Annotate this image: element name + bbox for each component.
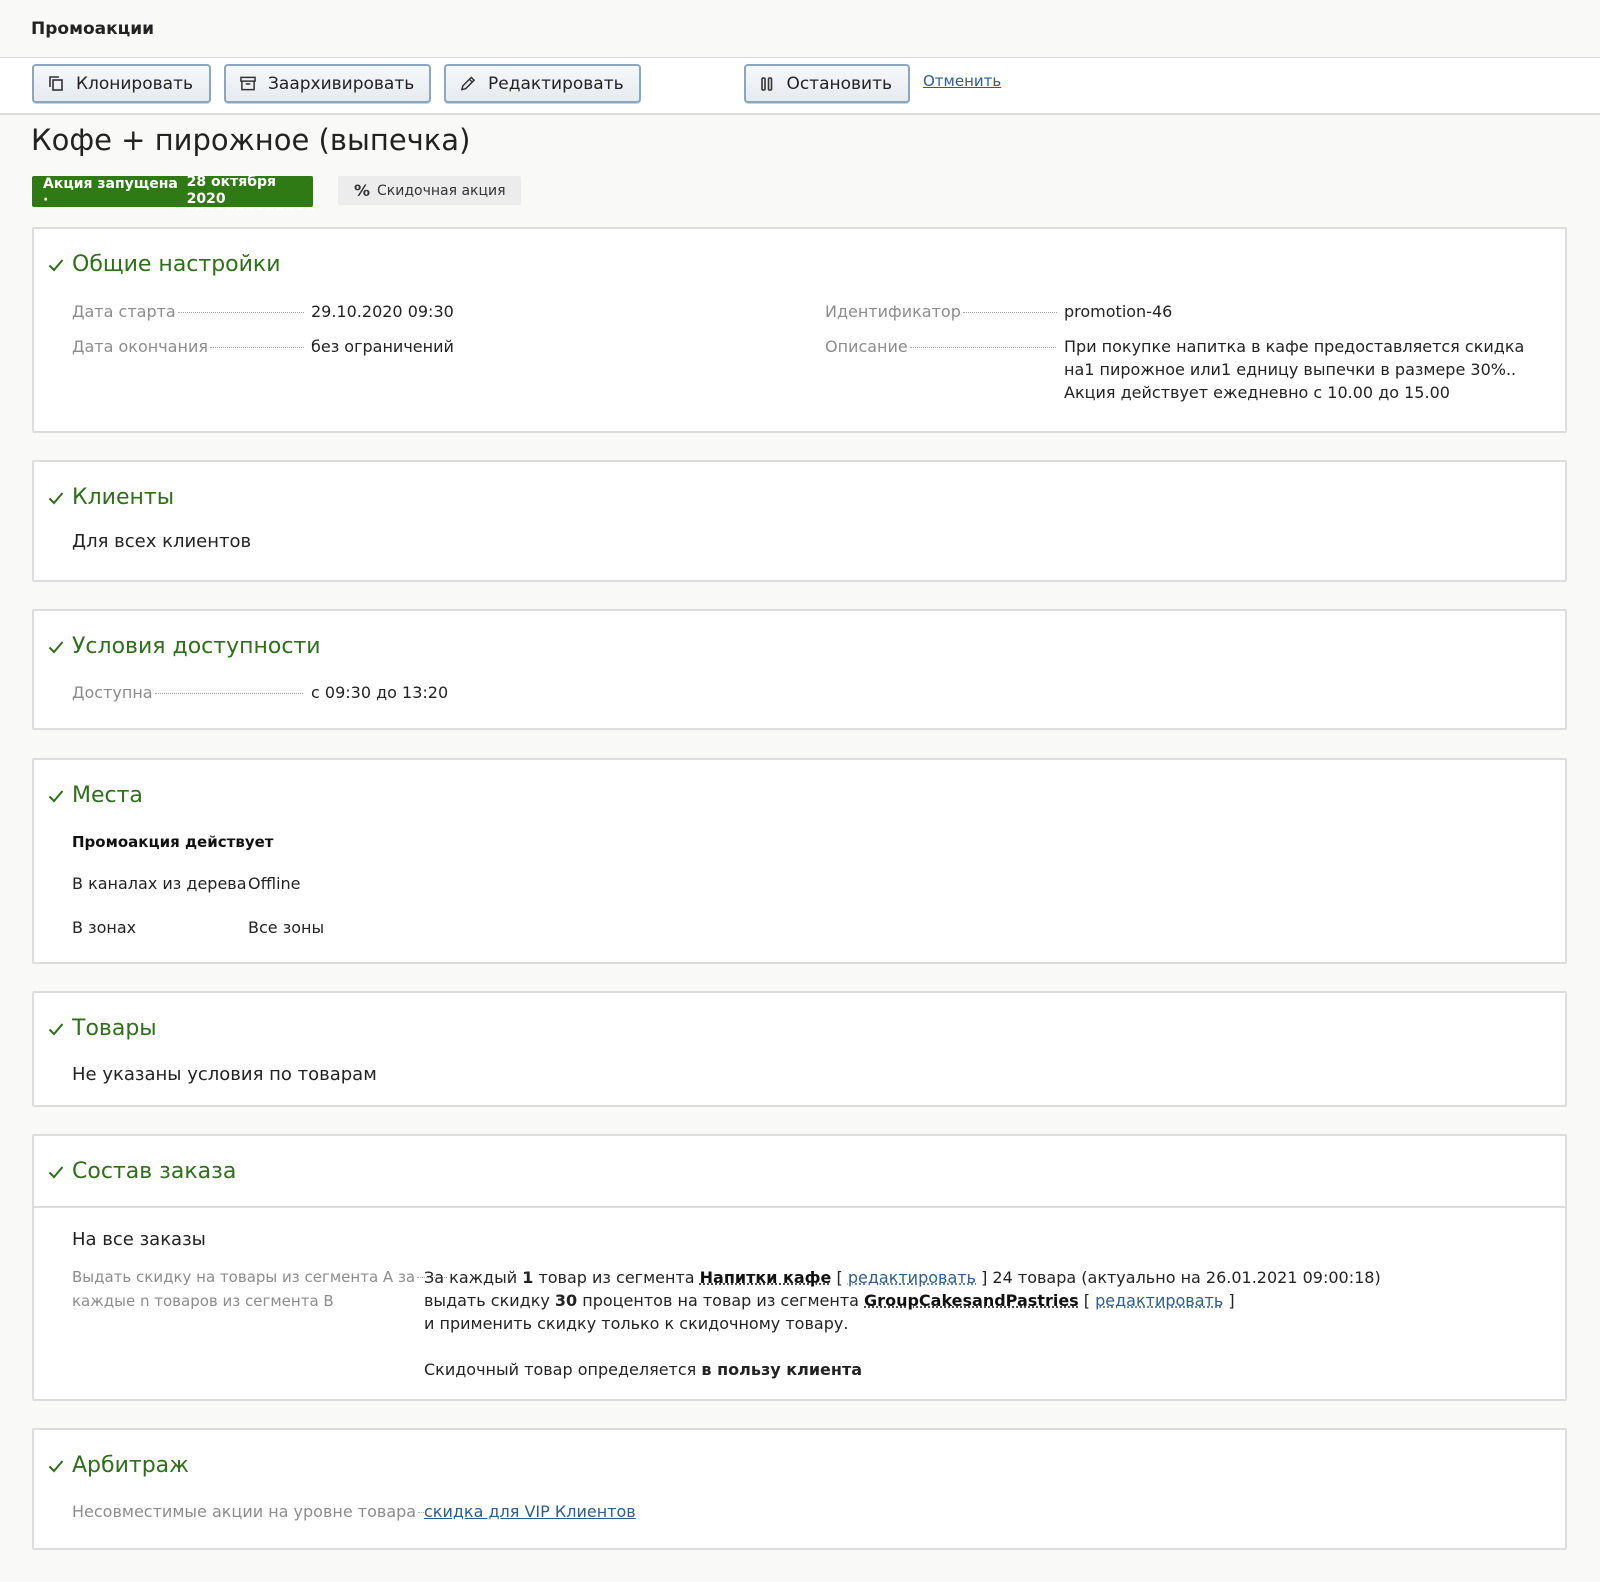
goods-value: Не указаны условия по товарам — [72, 1064, 377, 1085]
pencil-icon — [460, 76, 476, 92]
arbitrage-value: скидка для VIP Клиентов — [424, 1500, 636, 1523]
order-scope: На все заказы — [72, 1229, 206, 1250]
section-title-text: Состав заказа — [72, 1159, 237, 1184]
zones-value: Все зоны — [248, 918, 325, 937]
arbitrage-label: Несовместимые акции на уровне товара — [72, 1502, 424, 1521]
clone-button-label: Клонировать — [75, 73, 193, 94]
check-icon — [48, 640, 64, 654]
edit-button-label: Редактировать — [488, 73, 624, 94]
archive-button[interactable]: Заархивировать — [224, 64, 431, 103]
percent-icon: % — [354, 181, 371, 200]
check-icon — [48, 1459, 64, 1473]
clients-card: Клиенты Для всех клиентов — [32, 460, 1567, 582]
check-icon — [48, 491, 64, 505]
status-date[interactable]: 28 октября 2020 — [186, 174, 313, 210]
order-card: Состав заказа На все заказы Выдать скидк… — [32, 1134, 1567, 1401]
section-title-text: Клиенты — [72, 485, 175, 510]
general-settings-title[interactable]: Общие настройки — [48, 252, 281, 277]
app-title: Промоакции — [31, 18, 155, 39]
stop-button-label: Остановить — [786, 73, 892, 94]
check-icon — [48, 1022, 64, 1036]
places-subtitle: Промоакция действует — [72, 833, 274, 851]
stop-button[interactable]: Остановить — [744, 64, 910, 103]
section-title-text: Товары — [72, 1016, 157, 1041]
start-date-label: Дата старта — [72, 302, 304, 321]
order-rule-label-2: каждые n товаров из сегмента B — [72, 1292, 334, 1310]
incompatible-promo-link[interactable]: скидка для VIP Клиентов — [424, 1502, 636, 1521]
order-rule-line-2: выдать скидку 30 процентов на товар из с… — [424, 1291, 1235, 1310]
edit-segment-link[interactable]: редактировать — [1095, 1291, 1223, 1310]
order-rule-line-1: За каждый 1 товар из сегмента Напитки ка… — [424, 1268, 1381, 1287]
channels-value: Offline — [248, 874, 301, 893]
check-icon — [48, 789, 64, 803]
segment-link[interactable]: Напитки кафе — [700, 1268, 832, 1287]
segment-link[interactable]: GroupCakesandPastries — [864, 1291, 1079, 1310]
description-label: Описание — [825, 337, 1057, 356]
end-date-label: Дата окончания — [72, 337, 304, 356]
arbitrage-card: Арбитраж Несовместимые акции на уровне т… — [32, 1428, 1567, 1550]
edit-button[interactable]: Редактировать — [444, 64, 641, 103]
page-title: Кофе + пирожное (выпечка) — [31, 123, 471, 157]
identifier-label: Идентификатор — [825, 302, 1057, 321]
section-title-text: Общие настройки — [72, 252, 281, 277]
section-title-text: Условия доступности — [72, 634, 321, 659]
pause-icon — [760, 76, 774, 92]
availability-card: Условия доступности Доступна с 09:30 до … — [32, 609, 1567, 730]
clone-button[interactable]: Клонировать — [32, 64, 211, 103]
description-value: При покупке напитка в кафе предоставляет… — [1064, 337, 1525, 402]
section-title-text: Места — [72, 783, 143, 808]
copy-icon — [48, 76, 64, 92]
order-rule-label: Выдать скидку на товары из сегмента A за — [72, 1268, 448, 1286]
order-rule-line-3: и применить скидку только к скидочному т… — [424, 1314, 849, 1333]
order-title[interactable]: Состав заказа — [48, 1159, 236, 1184]
channels-label: В каналах из дерева — [72, 874, 247, 893]
status-text: Акция запущена · — [43, 175, 178, 208]
clients-value: Для всех клиентов — [72, 531, 252, 552]
section-title-text: Арбитраж — [72, 1453, 189, 1478]
goods-title[interactable]: Товары — [48, 1016, 157, 1041]
order-rule-line-4: Скидочный товар определяется в пользу кл… — [424, 1360, 863, 1379]
general-settings-card: Общие настройки Дата старта 29.10.2020 0… — [32, 227, 1567, 433]
identifier-value: promotion-46 — [1064, 302, 1173, 321]
archive-button-label: Заархивировать — [268, 73, 415, 94]
check-icon — [48, 258, 64, 272]
start-date-value: 29.10.2020 09:30 — [311, 302, 454, 321]
toolbar: Клонировать Заархивировать Редактировать… — [0, 58, 1600, 115]
places-card: Места Промоакция действует В каналах из … — [32, 758, 1567, 964]
divider — [34, 1206, 1565, 1208]
end-date-value: без ограничений — [311, 337, 454, 356]
app-header: Промоакции — [0, 0, 1600, 58]
promo-type-badge: % Скидочная акция — [338, 176, 521, 205]
status-badge: Акция запущена · 28 октября 2020 — [32, 174, 313, 210]
availability-label: Доступна — [72, 683, 304, 702]
availability-value: с 09:30 до 13:20 — [311, 683, 449, 702]
promo-type-label: Скидочная акция — [377, 182, 506, 199]
cancel-link[interactable]: Отменить — [923, 72, 1001, 90]
edit-segment-link[interactable]: редактировать — [848, 1268, 976, 1287]
check-icon — [48, 1165, 64, 1179]
clients-title[interactable]: Клиенты — [48, 485, 174, 510]
arbitrage-title[interactable]: Арбитраж — [48, 1453, 189, 1478]
places-title[interactable]: Места — [48, 783, 143, 808]
archive-icon — [240, 76, 256, 92]
availability-title[interactable]: Условия доступности — [48, 634, 321, 659]
zones-label: В зонах — [72, 918, 137, 937]
goods-card: Товары Не указаны условия по товарам — [32, 991, 1567, 1107]
